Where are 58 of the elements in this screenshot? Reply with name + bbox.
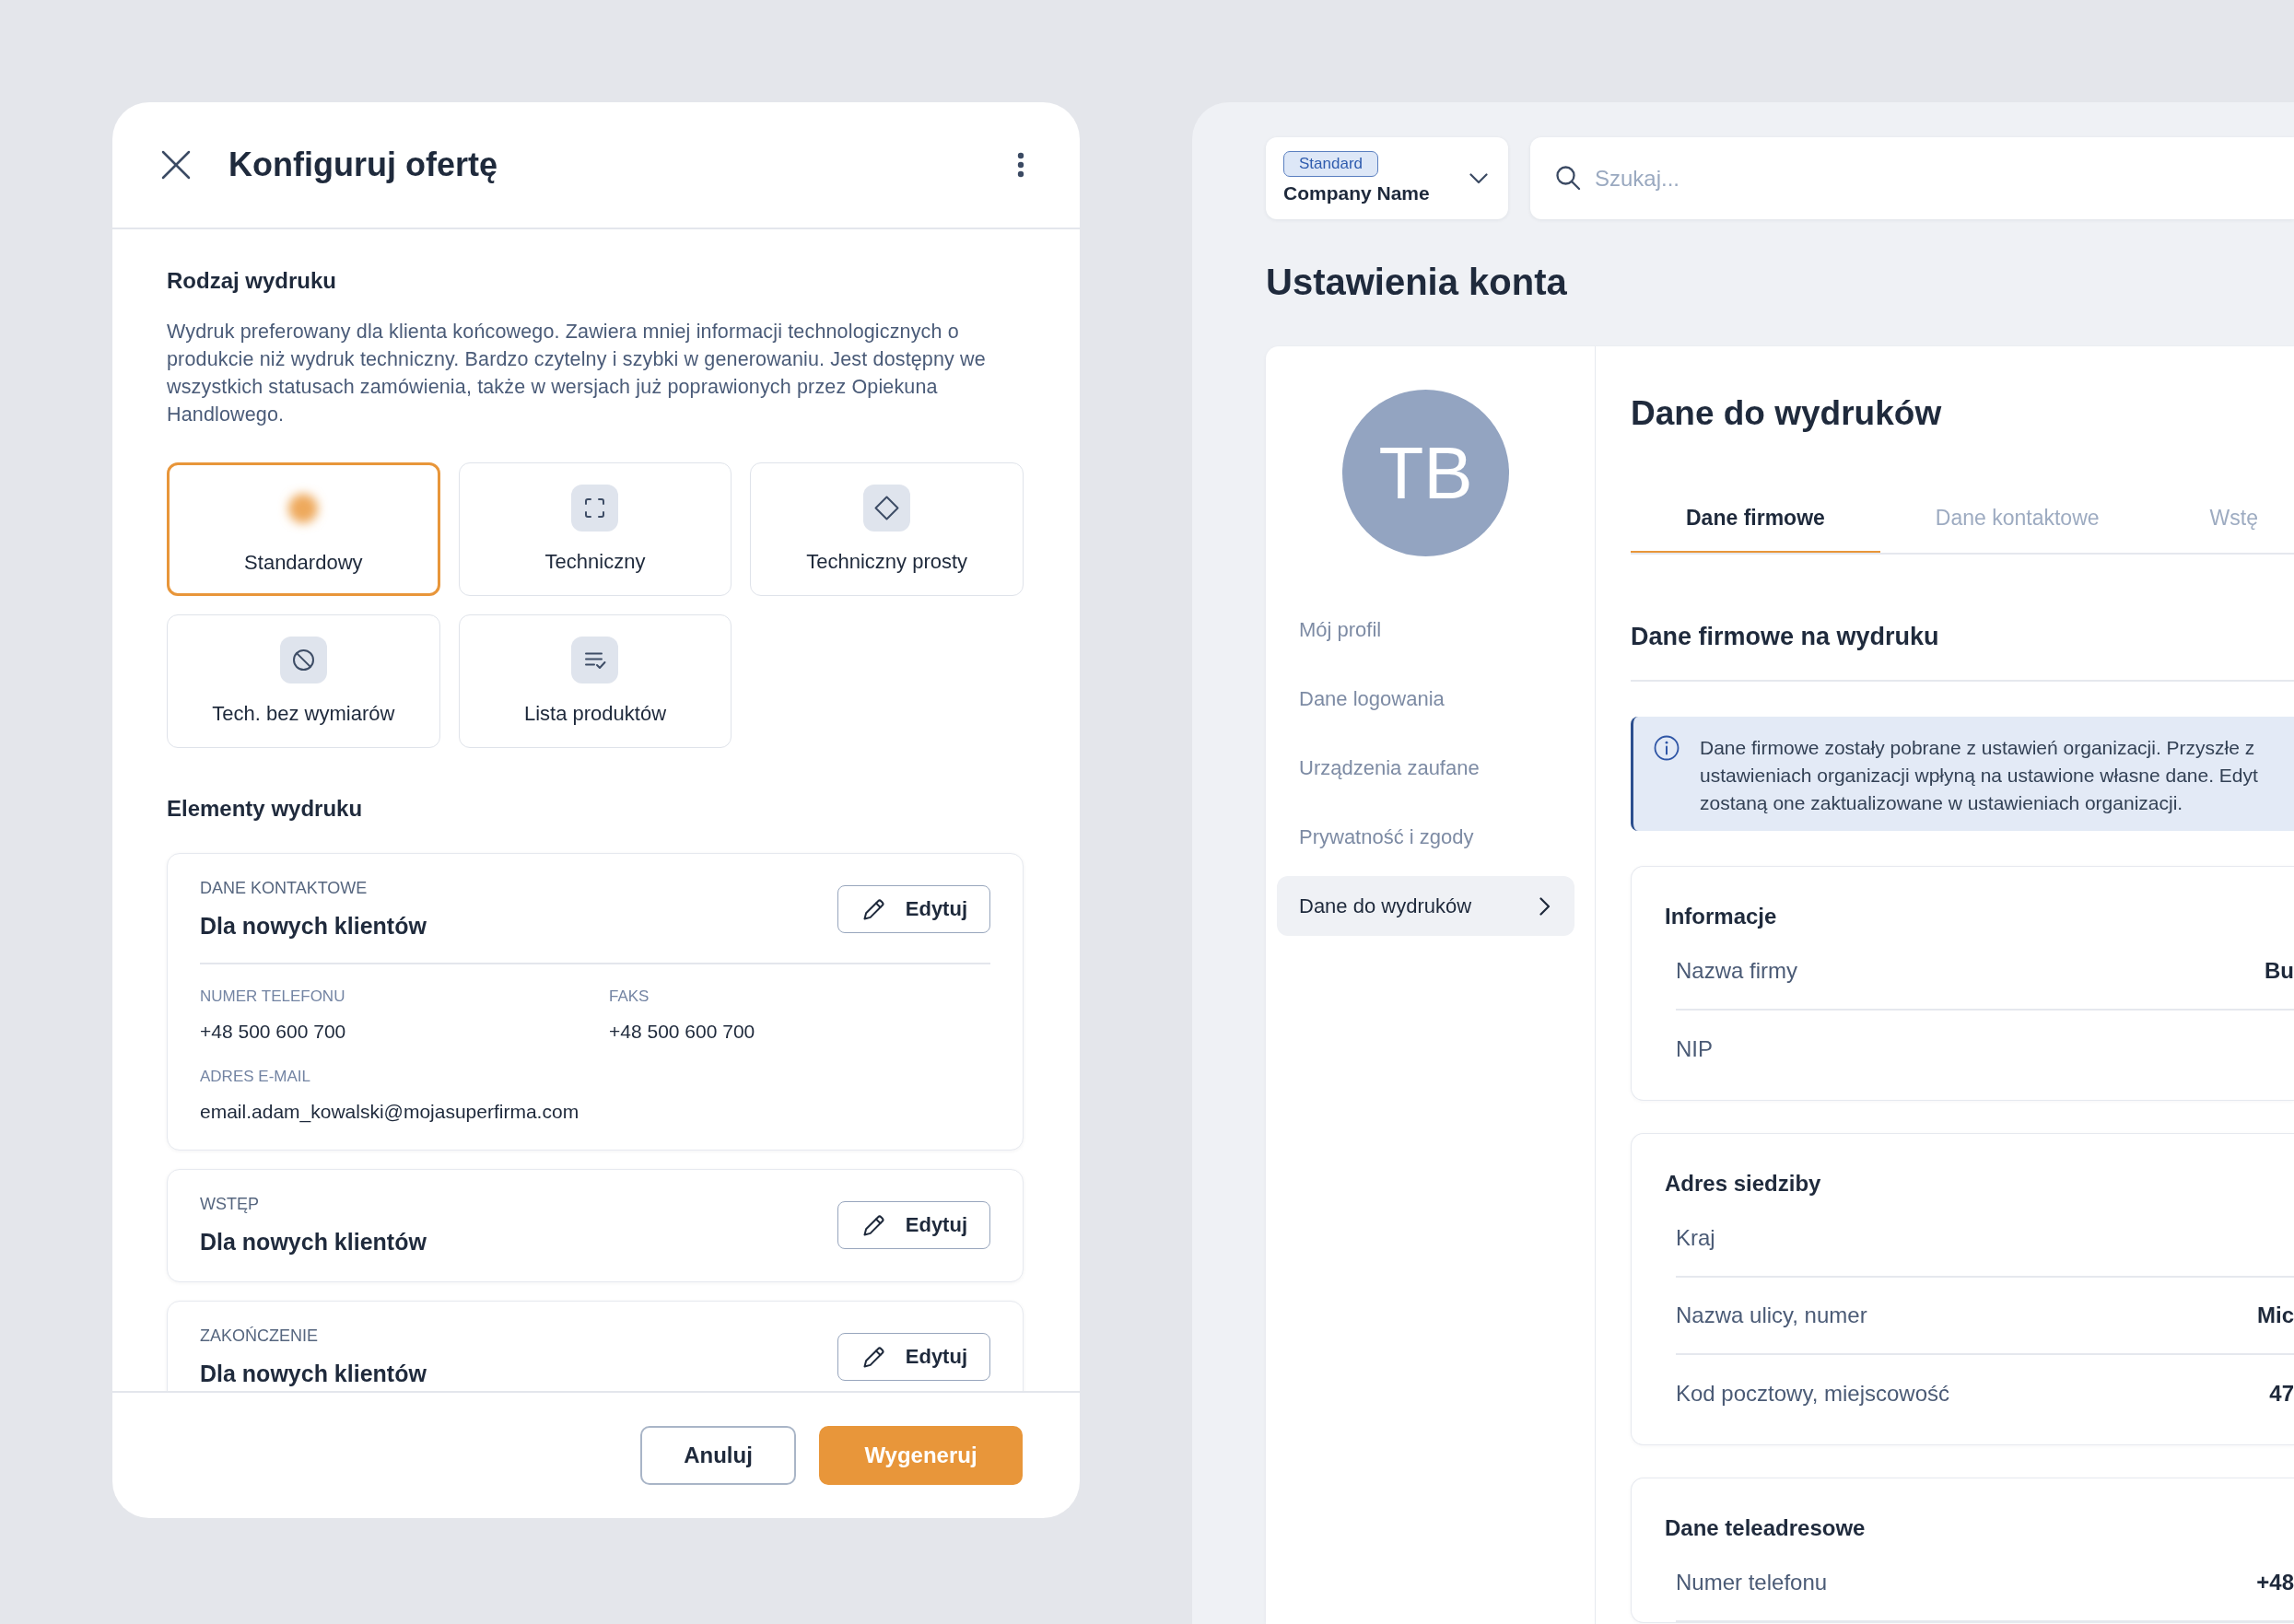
cancel-button[interactable]: Anuluj	[640, 1426, 796, 1485]
more-options-icon[interactable]	[1017, 152, 1024, 178]
page-title: Ustawienia konta	[1266, 261, 1568, 304]
checklist-icon	[571, 637, 619, 683]
element-title: Dla nowych klientów	[200, 912, 427, 941]
field-label: ADRES E-MAIL	[200, 1067, 311, 1087]
row-label: Numer telefonu	[1676, 1570, 1828, 1595]
tab[interactable]: Dane firmowe	[1631, 485, 1880, 553]
corner-brackets-icon	[571, 485, 619, 532]
subsection-title: Dane firmowe na wydruku	[1631, 621, 2294, 682]
company-selector[interactable]: Standard Company Name	[1266, 137, 1508, 219]
plan-badge: Standard	[1283, 150, 1378, 177]
print-type-option[interactable]: Lista produktów	[458, 614, 732, 748]
company-name: Company Name	[1283, 181, 1430, 205]
section-heading: Elementy wydruku	[167, 795, 364, 823]
print-type-option[interactable]: Techniczny prosty	[750, 462, 1024, 596]
row-value: Mic	[2257, 1303, 2294, 1328]
edit-button[interactable]: Edytuj	[837, 1332, 990, 1381]
field-value: +48 500 600 700	[200, 1020, 347, 1044]
search-icon	[1555, 165, 1581, 191]
edit-button[interactable]: Edytuj	[837, 884, 990, 933]
search-field[interactable]: Szukaj...	[1530, 137, 2294, 219]
section-title: Dane do wydruków	[1631, 393, 1943, 434]
nav-item[interactable]: Dane do wydruków	[1277, 876, 1574, 936]
section-heading: Rodzaj wydruku	[167, 267, 338, 295]
element-label: DANE KONTAKTOWE	[200, 878, 369, 899]
field-label: FAKS	[609, 987, 650, 1007]
row-value: 47	[2269, 1381, 2294, 1407]
row-label: Kraj	[1676, 1225, 1715, 1251]
info-icon	[1654, 735, 1680, 761]
group-title: Adres siedziby	[1665, 1170, 1822, 1198]
row-label: Kod pocztowy, miejscowość	[1676, 1381, 1949, 1407]
field-label: NUMER TELEFONU	[200, 987, 346, 1007]
print-type-option[interactable]: Tech. bez wymiarów	[167, 614, 440, 748]
row-label: Nazwa firmy	[1676, 958, 1797, 984]
group-title: Dane teleadresowe	[1665, 1514, 1867, 1542]
row-label: Nazwa ulicy, numer	[1676, 1303, 1867, 1328]
element-title: Dla nowych klientów	[200, 1360, 427, 1388]
row-label: NIP	[1676, 1036, 1713, 1062]
dialog-title: Konfiguruj ofertę	[228, 145, 497, 185]
chevron-down-icon	[1469, 172, 1488, 184]
avatar: TB	[1342, 390, 1509, 556]
group-title: Informacje	[1665, 903, 1778, 930]
row-value: +48	[2256, 1570, 2294, 1595]
field-value: +48 500 600 700	[609, 1020, 756, 1044]
element-label: ZAKOŃCZENIE	[200, 1326, 319, 1347]
print-type-option[interactable]: Techniczny	[458, 462, 732, 596]
description-text: Wydruk preferowany dla klienta końcowego. Zawiera mniej informacji technologicznych o produkcie niż wydruk techniczny. Bardzo czytelny i szybki w generowaniu. Jest dostępny we wszystkich statusach zamówienia, także w wersjach już poprawionych przez Opiekuna Handlowego.	[167, 320, 987, 427]
element-title: Dla nowych klientów	[200, 1228, 427, 1256]
field-value: email.adam_kowalski@mojasuperfirma.com	[200, 1100, 580, 1125]
close-icon[interactable]	[160, 149, 192, 181]
info-text: Dane firmowe zostały pobrane z ustawień organizacji. Przyszłe z ustawieniach organizacji wpłyną na ustawione własne dane. Edyt zostaną one zaktualizowane w ustawieniach organizacji.	[1700, 736, 2258, 815]
print-type-option[interactable]: Standardowy	[167, 462, 440, 596]
chevron-right-icon	[1539, 896, 1551, 916]
row-value: Bu	[2265, 958, 2294, 984]
edit-button[interactable]: Edytuj	[837, 1200, 990, 1249]
element-label: WSTĘP	[200, 1194, 260, 1215]
prohibition-icon	[279, 637, 327, 683]
